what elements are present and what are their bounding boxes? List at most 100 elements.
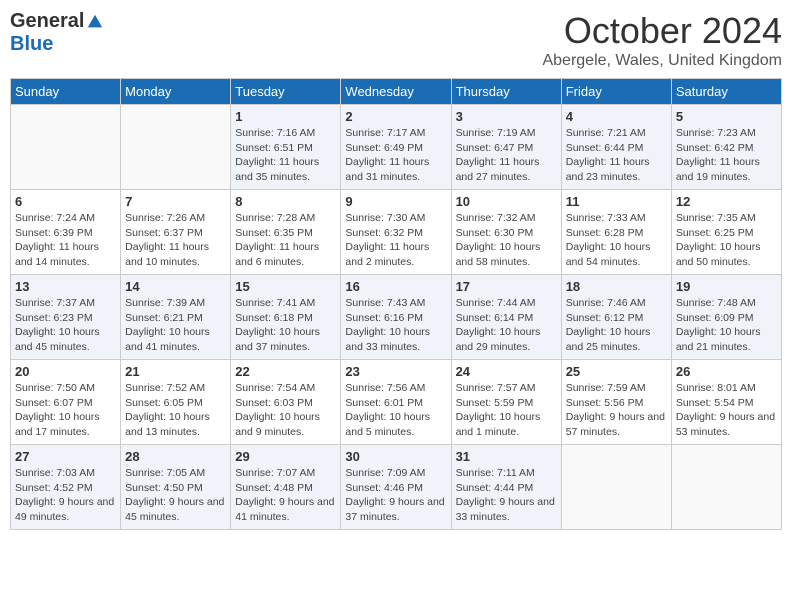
day-number: 18 (566, 279, 667, 294)
month-title: October 2024 (542, 10, 782, 52)
day-info: Sunrise: 7:07 AM Sunset: 4:48 PM Dayligh… (235, 466, 336, 525)
title-block: October 2024 Abergele, Wales, United Kin… (542, 10, 782, 70)
day-info: Sunrise: 7:43 AM Sunset: 6:16 PM Dayligh… (345, 296, 446, 355)
calendar-day-cell: 24 Sunrise: 7:57 AM Sunset: 5:59 PM Dayli… (451, 360, 561, 445)
calendar-day-cell: 28 Sunrise: 7:05 AM Sunset: 4:50 PM Dayli… (121, 445, 231, 530)
day-info: Sunrise: 7:35 AM Sunset: 6:25 PM Dayligh… (676, 211, 777, 270)
day-number: 1 (235, 109, 336, 124)
day-number: 19 (676, 279, 777, 294)
calendar-day-cell: 8 Sunrise: 7:28 AM Sunset: 6:35 PM Daylig… (231, 190, 341, 275)
day-number: 23 (345, 364, 446, 379)
day-number: 30 (345, 449, 446, 464)
day-number: 5 (676, 109, 777, 124)
day-number: 6 (15, 194, 116, 209)
day-number: 28 (125, 449, 226, 464)
day-number: 26 (676, 364, 777, 379)
calendar-day-cell (121, 105, 231, 190)
day-number: 22 (235, 364, 336, 379)
calendar-day-cell: 31 Sunrise: 7:11 AM Sunset: 4:44 PM Dayli… (451, 445, 561, 530)
day-info: Sunrise: 7:30 AM Sunset: 6:32 PM Dayligh… (345, 211, 446, 270)
day-number: 14 (125, 279, 226, 294)
logo-blue-text: Blue (10, 33, 53, 56)
day-info: Sunrise: 7:59 AM Sunset: 5:56 PM Dayligh… (566, 381, 667, 440)
weekday-header-friday: Friday (561, 79, 671, 105)
calendar-day-cell: 19 Sunrise: 7:48 AM Sunset: 6:09 PM Dayli… (671, 275, 781, 360)
calendar-week-row: 13Sunrise: 7:37 AM Sunset: 6:23 PM Dayli… (11, 275, 782, 360)
day-number: 12 (676, 194, 777, 209)
calendar-day-cell: 5Sunrise: 7:23 AM Sunset: 6:42 PM Daylig… (671, 105, 781, 190)
weekday-header-wednesday: Wednesday (341, 79, 451, 105)
calendar-day-cell: 25Sunrise: 7:59 AM Sunset: 5:56 PM Dayli… (561, 360, 671, 445)
day-info: Sunrise: 7:11 AM Sunset: 4:44 PM Dayligh… (456, 466, 557, 525)
calendar-header-row: SundayMondayTuesdayWednesdayThursdayFrid… (11, 79, 782, 105)
logo-icon (86, 13, 104, 31)
calendar-week-row: 27Sunrise: 7:03 AM Sunset: 4:52 PM Dayli… (11, 445, 782, 530)
calendar-day-cell: 22 Sunrise: 7:54 AM Sunset: 6:03 PM Dayli… (231, 360, 341, 445)
day-number: 2 (345, 109, 446, 124)
location-subtitle: Abergele, Wales, United Kingdom (542, 52, 782, 70)
day-info: Sunrise: 7:41 AM Sunset: 6:18 PM Dayligh… (235, 296, 336, 355)
day-number: 7 (125, 194, 226, 209)
calendar-day-cell: 30 Sunrise: 7:09 AM Sunset: 4:46 PM Dayli… (341, 445, 451, 530)
calendar-day-cell: 21 Sunrise: 7:52 AM Sunset: 6:05 PM Dayli… (121, 360, 231, 445)
calendar-day-cell: 11Sunrise: 7:33 AM Sunset: 6:28 PM Dayli… (561, 190, 671, 275)
day-info: Sunrise: 7:05 AM Sunset: 4:50 PM Dayligh… (125, 466, 226, 525)
page-header: General Blue October 2024 Abergele, Wale… (10, 10, 782, 70)
day-number: 16 (345, 279, 446, 294)
day-info: Sunrise: 7:26 AM Sunset: 6:37 PM Dayligh… (125, 211, 226, 270)
day-number: 11 (566, 194, 667, 209)
day-number: 9 (345, 194, 446, 209)
day-info: Sunrise: 8:01 AM Sunset: 5:54 PM Dayligh… (676, 381, 777, 440)
day-info: Sunrise: 7:52 AM Sunset: 6:05 PM Dayligh… (125, 381, 226, 440)
weekday-header-thursday: Thursday (451, 79, 561, 105)
day-info: Sunrise: 7:57 AM Sunset: 5:59 PM Dayligh… (456, 381, 557, 440)
logo: General Blue (10, 10, 104, 56)
calendar-day-cell (561, 445, 671, 530)
calendar-week-row: 1 Sunrise: 7:16 AM Sunset: 6:51 PM Daylig… (11, 105, 782, 190)
calendar-day-cell: 23 Sunrise: 7:56 AM Sunset: 6:01 PM Dayli… (341, 360, 451, 445)
calendar-day-cell: 27Sunrise: 7:03 AM Sunset: 4:52 PM Dayli… (11, 445, 121, 530)
day-info: Sunrise: 7:44 AM Sunset: 6:14 PM Dayligh… (456, 296, 557, 355)
day-info: Sunrise: 7:16 AM Sunset: 6:51 PM Dayligh… (235, 126, 336, 185)
day-number: 20 (15, 364, 116, 379)
weekday-header-saturday: Saturday (671, 79, 781, 105)
calendar-day-cell: 9 Sunrise: 7:30 AM Sunset: 6:32 PM Daylig… (341, 190, 451, 275)
day-number: 8 (235, 194, 336, 209)
day-number: 10 (456, 194, 557, 209)
day-info: Sunrise: 7:56 AM Sunset: 6:01 PM Dayligh… (345, 381, 446, 440)
calendar-day-cell: 16 Sunrise: 7:43 AM Sunset: 6:16 PM Dayli… (341, 275, 451, 360)
day-info: Sunrise: 7:24 AM Sunset: 6:39 PM Dayligh… (15, 211, 116, 270)
day-number: 31 (456, 449, 557, 464)
day-info: Sunrise: 7:50 AM Sunset: 6:07 PM Dayligh… (15, 381, 116, 440)
calendar-day-cell: 10 Sunrise: 7:32 AM Sunset: 6:30 PM Dayli… (451, 190, 561, 275)
day-info: Sunrise: 7:32 AM Sunset: 6:30 PM Dayligh… (456, 211, 557, 270)
day-info: Sunrise: 7:46 AM Sunset: 6:12 PM Dayligh… (566, 296, 667, 355)
calendar-day-cell: 29 Sunrise: 7:07 AM Sunset: 4:48 PM Dayli… (231, 445, 341, 530)
day-info: Sunrise: 7:19 AM Sunset: 6:47 PM Dayligh… (456, 126, 557, 185)
calendar-day-cell: 12 Sunrise: 7:35 AM Sunset: 6:25 PM Dayli… (671, 190, 781, 275)
calendar-day-cell: 7 Sunrise: 7:26 AM Sunset: 6:37 PM Daylig… (121, 190, 231, 275)
calendar-day-cell: 3 Sunrise: 7:19 AM Sunset: 6:47 PM Daylig… (451, 105, 561, 190)
logo-general-text: General (10, 10, 84, 33)
day-number: 29 (235, 449, 336, 464)
calendar-day-cell: 15 Sunrise: 7:41 AM Sunset: 6:18 PM Dayli… (231, 275, 341, 360)
day-number: 27 (15, 449, 116, 464)
day-info: Sunrise: 7:39 AM Sunset: 6:21 PM Dayligh… (125, 296, 226, 355)
day-info: Sunrise: 7:48 AM Sunset: 6:09 PM Dayligh… (676, 296, 777, 355)
day-number: 24 (456, 364, 557, 379)
weekday-header-monday: Monday (121, 79, 231, 105)
calendar-week-row: 6 Sunrise: 7:24 AM Sunset: 6:39 PM Daylig… (11, 190, 782, 275)
day-number: 17 (456, 279, 557, 294)
day-number: 3 (456, 109, 557, 124)
calendar-day-cell (671, 445, 781, 530)
day-info: Sunrise: 7:28 AM Sunset: 6:35 PM Dayligh… (235, 211, 336, 270)
calendar-day-cell: 14 Sunrise: 7:39 AM Sunset: 6:21 PM Dayli… (121, 275, 231, 360)
calendar-day-cell: 1 Sunrise: 7:16 AM Sunset: 6:51 PM Daylig… (231, 105, 341, 190)
day-number: 15 (235, 279, 336, 294)
day-number: 21 (125, 364, 226, 379)
weekday-header-sunday: Sunday (11, 79, 121, 105)
day-info: Sunrise: 7:09 AM Sunset: 4:46 PM Dayligh… (345, 466, 446, 525)
day-info: Sunrise: 7:54 AM Sunset: 6:03 PM Dayligh… (235, 381, 336, 440)
day-info: Sunrise: 7:37 AM Sunset: 6:23 PM Dayligh… (15, 296, 116, 355)
calendar-day-cell: 18 Sunrise: 7:46 AM Sunset: 6:12 PM Dayli… (561, 275, 671, 360)
